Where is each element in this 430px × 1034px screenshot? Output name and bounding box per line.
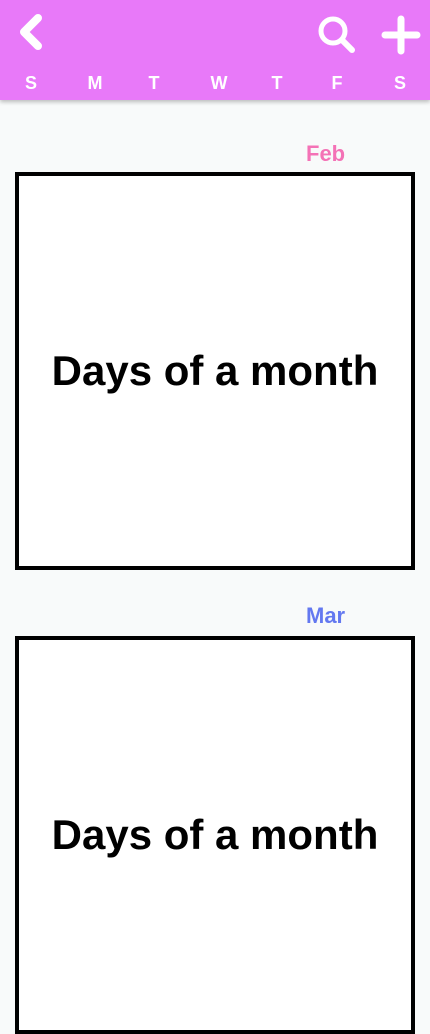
back-button[interactable]: [12, 12, 52, 52]
month-card-text: Days of a month: [51, 811, 379, 858]
top-bar: S M T W T F S: [0, 0, 430, 100]
weekday-friday: F: [331, 73, 343, 93]
month-card-mar[interactable]: Days of a month: [15, 636, 415, 1034]
month-card-feb[interactable]: Days of a month: [15, 172, 415, 570]
weekday-row: S M T W T F S: [0, 70, 430, 98]
month-label-feb: Feb: [306, 141, 346, 166]
add-button[interactable]: [380, 14, 422, 56]
search-button[interactable]: [316, 14, 358, 56]
weekday-tuesday: T: [148, 73, 160, 93]
search-icon: [318, 16, 355, 53]
weekday-monday: M: [87, 73, 103, 93]
weekday-saturday: S: [393, 73, 406, 93]
month-card-text: Days of a month: [51, 347, 379, 394]
month-label-mar: Mar: [306, 603, 346, 628]
plus-icon: [381, 15, 421, 55]
weekday-thursday: T: [271, 73, 283, 93]
weekday-wednesday: W: [210, 73, 228, 93]
weekday-sunday: S: [24, 73, 37, 93]
chevron-left-icon: [20, 14, 42, 50]
